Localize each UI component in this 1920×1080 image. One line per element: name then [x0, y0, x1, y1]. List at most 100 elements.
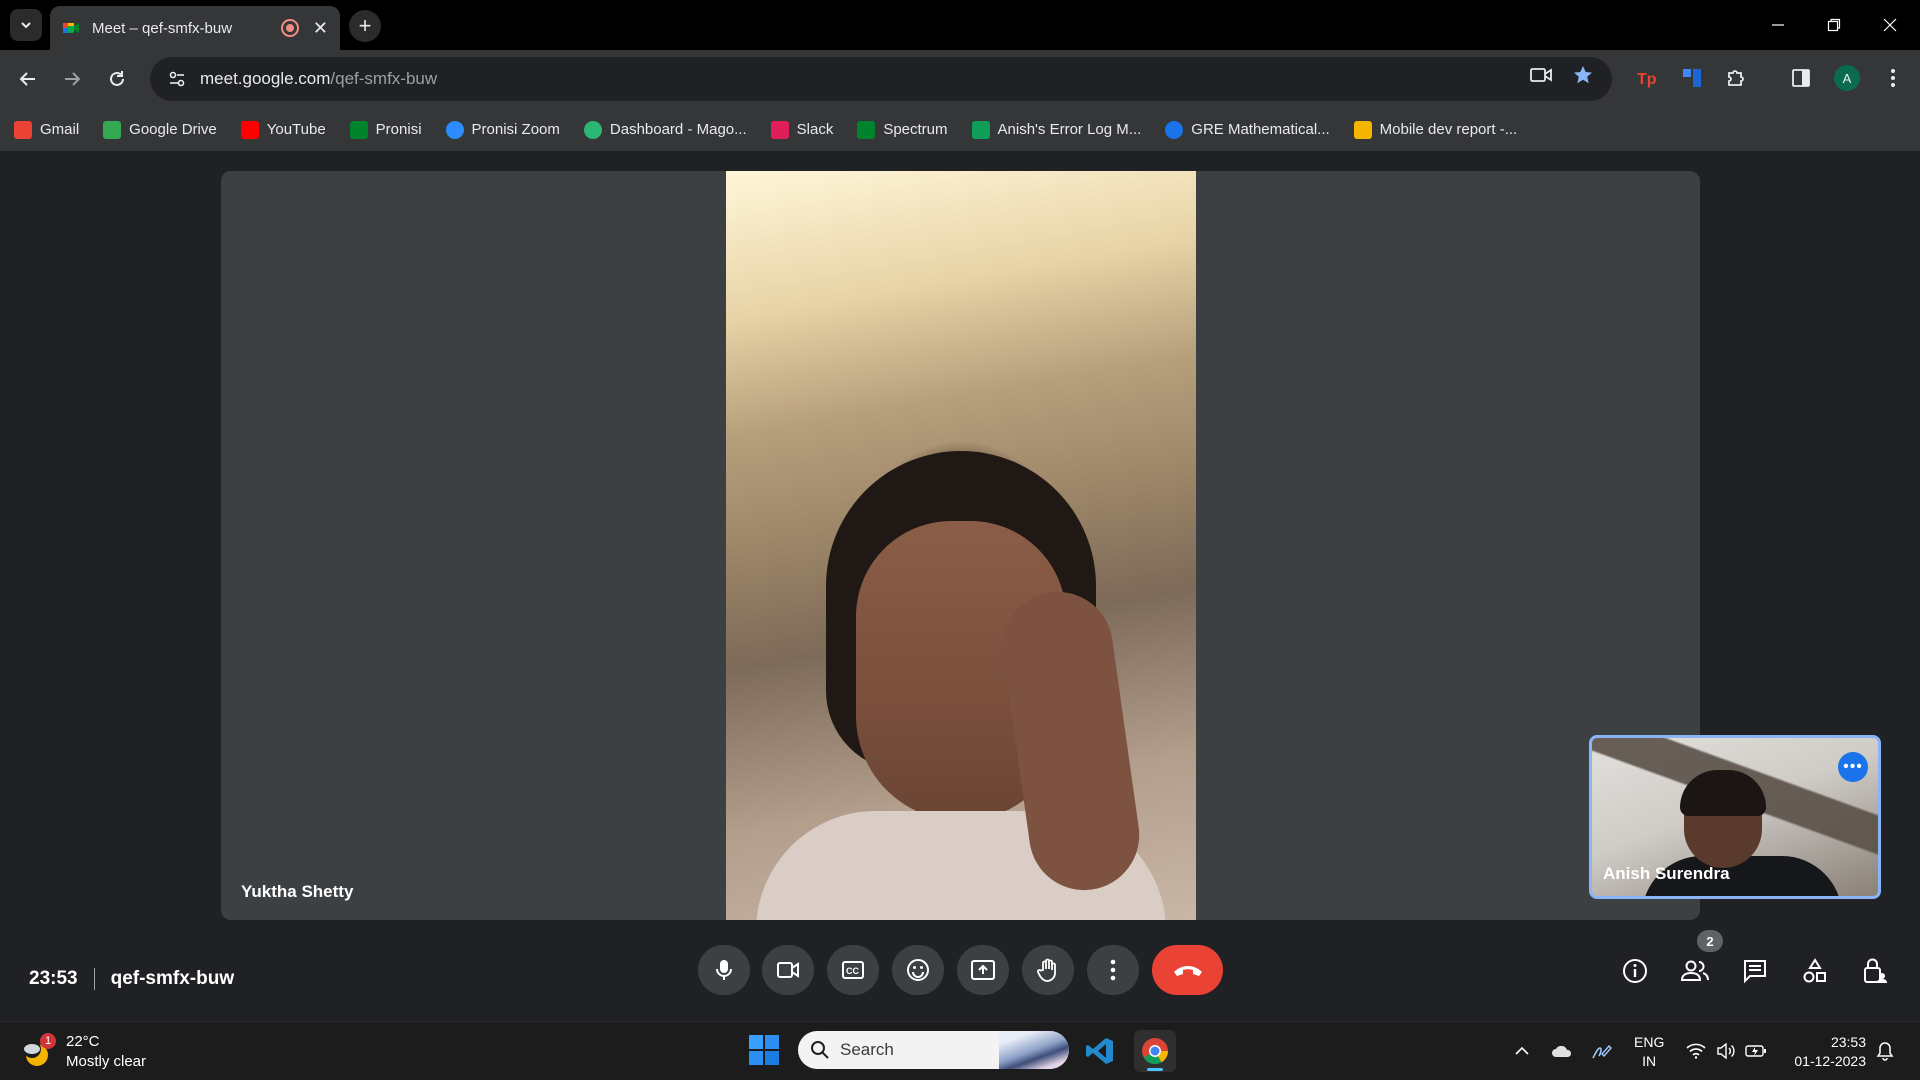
taskbar-vscode[interactable]: [1079, 1030, 1121, 1072]
battery-icon[interactable]: [1743, 1038, 1769, 1064]
notifications-bell-icon[interactable]: [1872, 1038, 1898, 1064]
self-view-tile[interactable]: ••• Anish Surendra: [1589, 735, 1881, 899]
clock-date: 01-12-2023: [1794, 1053, 1866, 1069]
url-text: meet.google.com/qef-smfx-buw: [200, 69, 437, 89]
bookmark-gmail[interactable]: Gmail: [14, 120, 79, 139]
extension-tp-icon[interactable]: Tp: [1632, 63, 1662, 93]
bookmark-error-log[interactable]: Anish's Error Log M...: [971, 120, 1142, 139]
weather-moon-cloud-icon: 1: [22, 1033, 56, 1069]
camera-in-use-icon[interactable]: [1528, 62, 1554, 88]
google-drive-icon: [103, 120, 122, 139]
address-bar[interactable]: meet.google.com/qef-smfx-buw: [150, 57, 1612, 101]
info-icon: [1623, 959, 1647, 983]
participant-count-badge: 2: [1697, 930, 1723, 952]
bookmark-pronisi[interactable]: Pronisi: [349, 120, 422, 139]
restore-button[interactable]: [1806, 0, 1862, 50]
camera-button[interactable]: [762, 945, 814, 995]
tab-search-button[interactable]: [10, 9, 42, 41]
emoji-icon: [907, 959, 929, 981]
reactions-button[interactable]: [892, 945, 944, 995]
self-view-more-icon[interactable]: •••: [1838, 752, 1868, 782]
bookmark-dashboard[interactable]: Dashboard - Mago...: [583, 120, 747, 139]
host-controls-button[interactable]: [1855, 951, 1895, 991]
extensions-puzzle-icon[interactable]: [1721, 63, 1751, 93]
leave-call-button[interactable]: [1152, 945, 1223, 995]
bookmark-star-icon[interactable]: [1570, 62, 1596, 88]
taskbar-chrome[interactable]: [1134, 1030, 1176, 1072]
raise-hand-button[interactable]: [1022, 945, 1074, 995]
minimize-button[interactable]: [1750, 0, 1806, 50]
activities-button[interactable]: [1795, 951, 1835, 991]
bookmark-gre[interactable]: GRE Mathematical...: [1165, 120, 1330, 139]
system-clock[interactable]: 23:53 01-12-2023: [1786, 1033, 1866, 1071]
search-highlight-image: [999, 1031, 1069, 1069]
input-language[interactable]: ENG IN: [1634, 1033, 1664, 1071]
reload-icon: [110, 71, 124, 86]
wifi-icon[interactable]: [1683, 1038, 1709, 1064]
participant-tile-main[interactable]: Yuktha Shetty: [221, 171, 1700, 920]
meeting-info-button[interactable]: [1615, 951, 1655, 991]
weather-widget[interactable]: 1 22°C Mostly clear: [22, 1032, 146, 1072]
bookmark-label: Dashboard - Mago...: [609, 121, 747, 138]
bookmark-label: Pronisi: [375, 121, 422, 138]
gmail-icon: [14, 120, 32, 139]
bookmark-pronisi-zoom[interactable]: Pronisi Zoom: [445, 120, 560, 139]
clock-time: 23:53: [1830, 1034, 1866, 1050]
bookmark-google-drive[interactable]: Google Drive: [103, 120, 217, 139]
divider: [93, 968, 95, 990]
more-options-icon: [1110, 959, 1116, 981]
meeting-details: 23:53 qef-smfx-buw: [29, 968, 234, 990]
profile-avatar[interactable]: A: [1834, 65, 1860, 91]
site-info-icon[interactable]: [164, 66, 190, 92]
browser-menu-icon[interactable]: [1878, 63, 1908, 93]
participant-name: Yuktha Shetty: [241, 882, 354, 901]
chat-button[interactable]: [1735, 951, 1775, 991]
bookmark-spectrum[interactable]: Spectrum: [857, 120, 948, 139]
bookmark-youtube[interactable]: YouTube: [240, 120, 326, 139]
arrow-right-icon: [65, 72, 81, 86]
meet-icon: [349, 120, 368, 139]
show-hidden-icons-chevron-up-icon[interactable]: [1509, 1038, 1535, 1064]
bookmark-label: Anish's Error Log M...: [997, 121, 1142, 138]
present-screen-button[interactable]: [957, 945, 1009, 995]
pen-input-icon[interactable]: [1589, 1038, 1615, 1064]
microphone-button[interactable]: [698, 945, 750, 995]
taskbar-search[interactable]: Search: [798, 1031, 1069, 1069]
chat-icon: [1744, 960, 1766, 984]
forward-button[interactable]: [55, 62, 89, 96]
captions-button[interactable]: CC: [827, 945, 879, 995]
lock-person-icon: [1864, 958, 1887, 983]
weather-text: 22°C Mostly clear: [66, 1032, 146, 1072]
windows-start-icon[interactable]: [748, 1034, 780, 1066]
arrow-left-icon: [19, 72, 35, 86]
meeting-time: 23:53: [29, 968, 78, 989]
volume-icon[interactable]: [1713, 1038, 1739, 1064]
onedrive-cloud-icon[interactable]: [1549, 1038, 1575, 1064]
bookmark-slack[interactable]: Slack: [770, 120, 833, 139]
activities-icon: [1803, 958, 1826, 983]
youtube-icon: [240, 120, 259, 139]
back-button[interactable]: [11, 62, 45, 96]
browser-tab-meet[interactable]: Meet – qef-smfx-buw ✕: [50, 6, 340, 50]
active-app-indicator: [1147, 1068, 1163, 1071]
zoom-icon: [445, 120, 464, 139]
browser-tab-bar: Meet – qef-smfx-buw ✕ +: [0, 0, 1920, 50]
more-options-button[interactable]: [1087, 945, 1139, 995]
reload-button[interactable]: [100, 62, 134, 96]
new-tab-button[interactable]: +: [349, 10, 381, 42]
extension-blue-icon[interactable]: [1677, 63, 1707, 93]
tab-close-icon[interactable]: ✕: [313, 18, 328, 39]
search-placeholder: Search: [840, 1040, 894, 1059]
temperature: 22°C: [66, 1033, 100, 1050]
participant-video: [726, 171, 1196, 920]
people-button[interactable]: [1675, 951, 1715, 991]
chevron-down-icon: [21, 22, 31, 29]
bookmark-mobile-dev-report[interactable]: Mobile dev report -...: [1353, 120, 1517, 139]
meet-favicon-icon: [63, 23, 79, 33]
camera-icon: [777, 962, 799, 978]
side-panel-icon[interactable]: [1786, 63, 1816, 93]
meet-stage: Yuktha Shetty ••• Anish Surendra: [0, 151, 1920, 1019]
svg-text:CC: CC: [846, 966, 859, 976]
close-window-button[interactable]: [1862, 0, 1918, 50]
tab-title: Meet – qef-smfx-buw: [92, 19, 233, 37]
